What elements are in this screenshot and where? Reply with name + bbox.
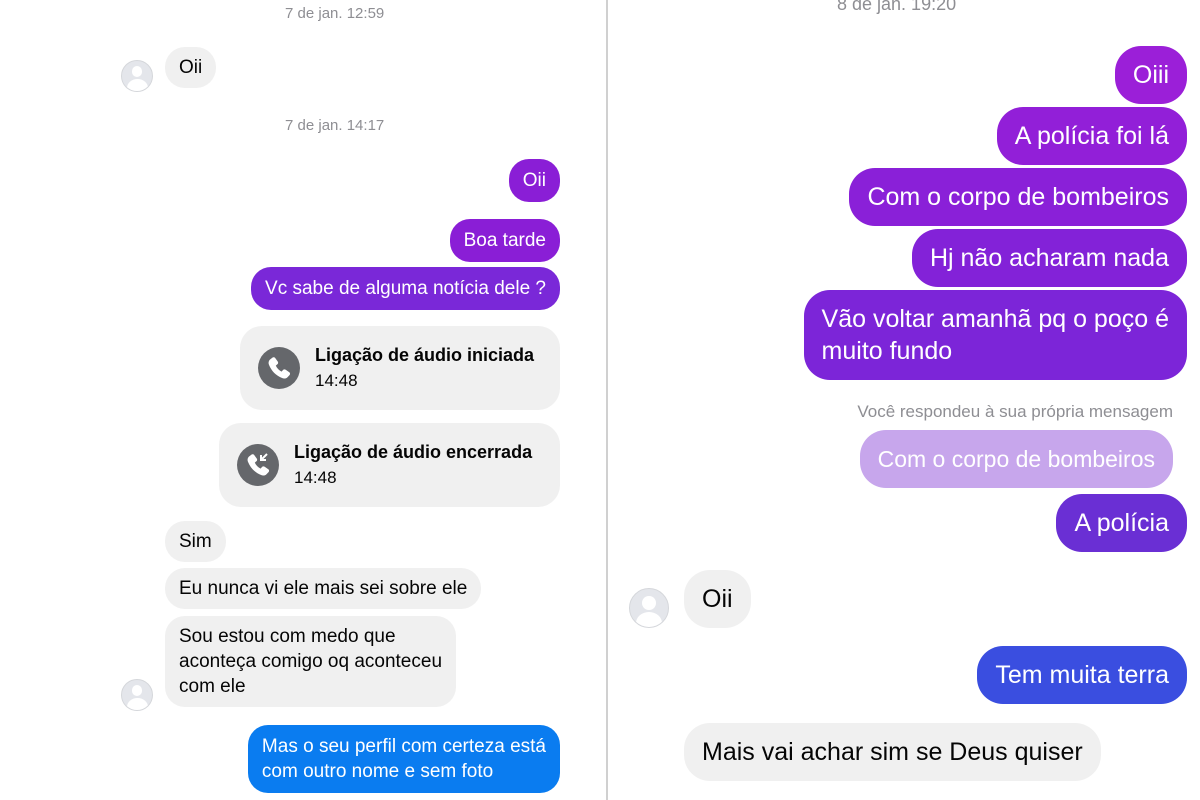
- call-time: 14:48: [294, 468, 337, 487]
- outgoing-message[interactable]: Vc sabe de alguma notícia dele ?: [251, 267, 560, 310]
- contact-avatar[interactable]: [629, 588, 669, 628]
- outgoing-message[interactable]: Mas o seu perfil com certeza está com ou…: [247, 725, 560, 793]
- contact-avatar[interactable]: [121, 679, 153, 711]
- reply-note: Você respondeu à sua própria mensagem: [857, 402, 1173, 421]
- incoming-message[interactable]: Sim: [165, 521, 226, 562]
- incoming-message[interactable]: Oii: [165, 47, 217, 88]
- call-title: Ligação de áudio encerrada: [294, 442, 533, 462]
- outgoing-message[interactable]: Oiii: [1114, 46, 1187, 104]
- timestamp: 8 de jan. 19:20: [837, 0, 957, 14]
- call-title: Ligação de áudio iniciada: [315, 345, 535, 365]
- audio-call-started-card[interactable]: Ligação de áudio iniciada 14:48: [240, 326, 560, 410]
- outgoing-message[interactable]: Com o corpo de bombeiros: [849, 168, 1187, 226]
- incoming-message[interactable]: Eu nunca vi ele mais sei sobre ele: [165, 568, 482, 609]
- outgoing-message[interactable]: A polícia: [1056, 494, 1187, 552]
- outgoing-message[interactable]: Tem muita terra: [977, 646, 1187, 704]
- timestamp: 7 de jan. 12:59: [285, 5, 385, 22]
- phone-incoming-icon: [237, 444, 279, 486]
- outgoing-message[interactable]: Oii: [508, 159, 560, 202]
- outgoing-message[interactable]: Vão voltar amanhã pq o poço é muito fund…: [803, 290, 1187, 380]
- outgoing-message[interactable]: Hj não acharam nada: [911, 229, 1187, 287]
- audio-call-ended-card[interactable]: Ligação de áudio encerrada 14:48: [219, 423, 560, 507]
- incoming-message[interactable]: Mais vai achar sim se Deus quiser: [684, 723, 1101, 781]
- outgoing-message[interactable]: A polícia foi lá: [996, 107, 1187, 165]
- incoming-message[interactable]: Sou estou com medo que aconteça comigo o…: [165, 616, 457, 707]
- quoted-message[interactable]: Com o corpo de bombeiros: [859, 430, 1173, 488]
- call-time: 14:48: [315, 371, 358, 390]
- outgoing-message[interactable]: Boa tarde: [449, 219, 560, 262]
- timestamp: 7 de jan. 14:17: [285, 117, 385, 134]
- incoming-message[interactable]: Oii: [684, 570, 751, 628]
- left-conversation-panel: 7 de jan. 12:59 Oii 7 de jan. 14:17 Oii …: [0, 0, 606, 800]
- contact-avatar[interactable]: [121, 60, 153, 92]
- phone-icon: [258, 347, 300, 389]
- right-conversation-panel: 8 de jan. 19:20 Oiii A polícia foi lá Co…: [608, 0, 1200, 800]
